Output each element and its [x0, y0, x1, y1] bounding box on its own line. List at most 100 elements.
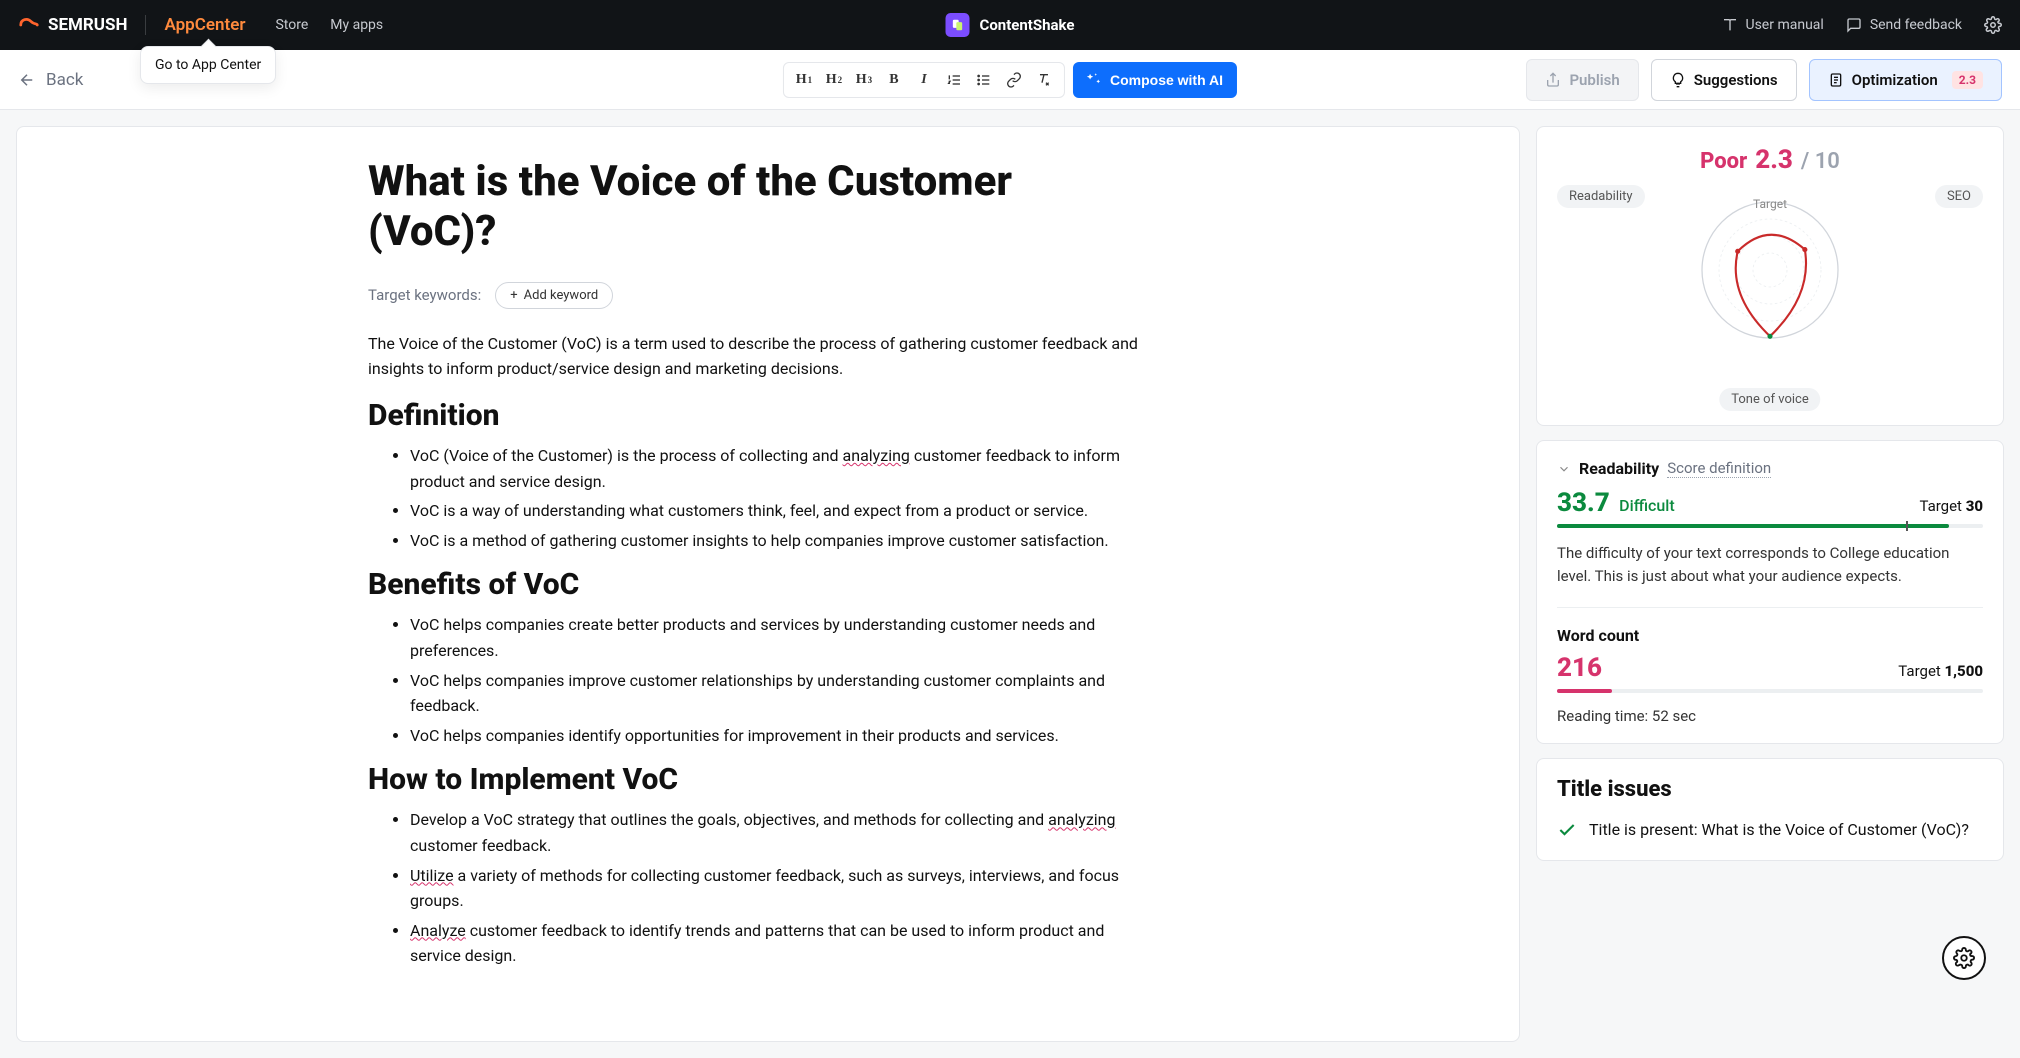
- contentshake-icon: [946, 13, 970, 37]
- document-icon: [1828, 72, 1844, 88]
- heading-implement[interactable]: How to Implement VoC: [368, 762, 1148, 797]
- h3-button[interactable]: H3: [850, 66, 878, 94]
- score-definition-link[interactable]: Score definition: [1667, 459, 1771, 478]
- readability-title: Readability: [1579, 459, 1659, 478]
- book-icon: [1722, 17, 1738, 33]
- editor-content[interactable]: What is the Voice of the Customer (VoC)?…: [358, 157, 1178, 969]
- readability-desc: The difficulty of your text corresponds …: [1557, 542, 1983, 587]
- back-button[interactable]: Back: [18, 70, 83, 90]
- opt-score-badge: 2.3: [1952, 71, 1983, 89]
- app-name: ContentShake: [980, 16, 1075, 34]
- nav-store[interactable]: Store: [275, 17, 308, 33]
- radar-chart: Readability SEO Tone of voice Target: [1557, 185, 1983, 385]
- radar-label-tone: Tone of voice: [1719, 388, 1820, 411]
- benefits-list[interactable]: VoC helps companies create better produc…: [368, 612, 1148, 748]
- clear-format-icon: [1036, 72, 1052, 88]
- clear-format-button[interactable]: [1030, 66, 1058, 94]
- toolbar: Back H1 H2 H3 B I Compose with AI: [0, 50, 2020, 110]
- bullet-list-button[interactable]: [970, 66, 998, 94]
- reading-time: Reading time: 52 sec: [1557, 707, 1983, 725]
- brand[interactable]: SEMRUSH AppCenter: [18, 14, 245, 36]
- wordcount-metric: 216 Target 1,500: [1557, 653, 1983, 683]
- editor-tools: H1 H2 H3 B I Compose with AI: [783, 62, 1237, 98]
- add-keyword-button[interactable]: + Add keyword: [495, 282, 613, 309]
- list-item[interactable]: Utilize a variety of methods for collect…: [410, 863, 1148, 914]
- appcenter-link[interactable]: AppCenter: [164, 15, 245, 35]
- score-value: 2.3: [1755, 145, 1793, 175]
- chat-icon: [1846, 17, 1862, 33]
- implement-list[interactable]: Develop a VoC strategy that outlines the…: [368, 807, 1148, 969]
- send-feedback-link[interactable]: Send feedback: [1846, 17, 1962, 33]
- optimization-button[interactable]: Optimization 2.3: [1809, 59, 2002, 101]
- readability-panel: Readability Score definition 33.7 Diffic…: [1536, 440, 2004, 744]
- heading-definition[interactable]: Definition: [368, 398, 1148, 433]
- gear-icon: [1953, 947, 1975, 969]
- score-max: / 10: [1801, 149, 1840, 174]
- divider: [1557, 607, 1983, 608]
- radar-target-label: Target: [1753, 197, 1787, 211]
- issue-text: Title is present: What is the Voice of C…: [1589, 818, 1969, 842]
- suggestions-button[interactable]: Suggestions: [1651, 59, 1797, 101]
- readability-head[interactable]: Readability Score definition: [1557, 459, 1983, 478]
- bullet-list-icon: [976, 72, 992, 88]
- list-item[interactable]: VoC (Voice of the Customer) is the proce…: [410, 443, 1148, 494]
- formatting-group: H1 H2 H3 B I: [783, 62, 1065, 98]
- wordcount-title: Word count: [1557, 626, 1983, 645]
- settings-button[interactable]: [1984, 16, 2002, 34]
- wordcount-value: 216: [1557, 653, 1602, 683]
- ordered-list-button[interactable]: [940, 66, 968, 94]
- list-item[interactable]: VoC helps companies create better produc…: [410, 612, 1148, 663]
- main: What is the Voice of the Customer (VoC)?…: [0, 110, 2020, 1058]
- h2-button[interactable]: H2: [820, 66, 848, 94]
- compose-ai-button[interactable]: Compose with AI: [1073, 62, 1237, 98]
- list-item[interactable]: VoC helps companies improve customer rel…: [410, 668, 1148, 719]
- readability-tag: Difficult: [1619, 496, 1675, 515]
- separator: [145, 15, 146, 35]
- score-word: Poor: [1700, 149, 1747, 174]
- list-item[interactable]: Analyze customer feedback to identify tr…: [410, 918, 1148, 969]
- appcenter-tooltip: Go to App Center: [140, 46, 276, 84]
- wordcount-target: Target 1,500: [1898, 662, 1983, 680]
- optimization-sidebar: Poor 2.3 / 10 Readability SEO Tone of vo…: [1536, 126, 2004, 861]
- publish-button[interactable]: Publish: [1526, 59, 1638, 101]
- intro-paragraph[interactable]: The Voice of the Customer (VoC) is a ter…: [368, 331, 1148, 382]
- plus-icon: +: [510, 288, 517, 303]
- radar-label-seo: SEO: [1935, 185, 1983, 208]
- italic-button[interactable]: I: [910, 66, 938, 94]
- gear-icon: [1984, 16, 2002, 34]
- title-issues-panel: Title issues Title is present: What is t…: [1536, 758, 2004, 861]
- bold-button[interactable]: B: [880, 66, 908, 94]
- list-item[interactable]: VoC helps companies identify opportuniti…: [410, 723, 1148, 749]
- score-panel: Poor 2.3 / 10 Readability SEO Tone of vo…: [1536, 126, 2004, 426]
- keywords-row: Target keywords: + Add keyword: [368, 282, 1148, 309]
- keywords-label: Target keywords:: [368, 286, 481, 304]
- heading-benefits[interactable]: Benefits of VoC: [368, 567, 1148, 602]
- nav-myapps[interactable]: My apps: [330, 17, 383, 33]
- list-item[interactable]: VoC is a method of gathering customer in…: [410, 528, 1148, 554]
- share-icon: [1545, 72, 1561, 88]
- editor-card: What is the Voice of the Customer (VoC)?…: [16, 126, 1520, 1042]
- definition-list[interactable]: VoC (Voice of the Customer) is the proce…: [368, 443, 1148, 553]
- score-header: Poor 2.3 / 10: [1557, 145, 1983, 175]
- chevron-down-icon: [1557, 462, 1571, 476]
- readability-progress: [1557, 524, 1983, 528]
- wordcount-progress: [1557, 689, 1983, 693]
- top-right: User manual Send feedback: [1722, 16, 2003, 34]
- user-manual-link[interactable]: User manual: [1722, 17, 1824, 33]
- readability-metric: 33.7 Difficult Target 30: [1557, 488, 1983, 518]
- semrush-logo-icon: [18, 14, 40, 36]
- lightbulb-icon: [1670, 72, 1686, 88]
- topbar: SEMRUSH AppCenter Store My apps ContentS…: [0, 0, 2020, 50]
- floating-settings-button[interactable]: [1942, 936, 1986, 980]
- list-item[interactable]: Develop a VoC strategy that outlines the…: [410, 807, 1148, 858]
- h1-button[interactable]: H1: [790, 66, 818, 94]
- link-button[interactable]: [1000, 66, 1028, 94]
- issue-row: Title is present: What is the Voice of C…: [1557, 818, 1983, 842]
- top-nav: Store My apps: [275, 17, 383, 33]
- brand-name: SEMRUSH: [48, 15, 127, 35]
- readability-value: 33.7: [1557, 488, 1610, 518]
- app-title: ContentShake: [946, 13, 1075, 37]
- list-item[interactable]: VoC is a way of understanding what custo…: [410, 498, 1148, 524]
- check-icon: [1557, 820, 1577, 840]
- article-title[interactable]: What is the Voice of the Customer (VoC)?: [368, 157, 1148, 258]
